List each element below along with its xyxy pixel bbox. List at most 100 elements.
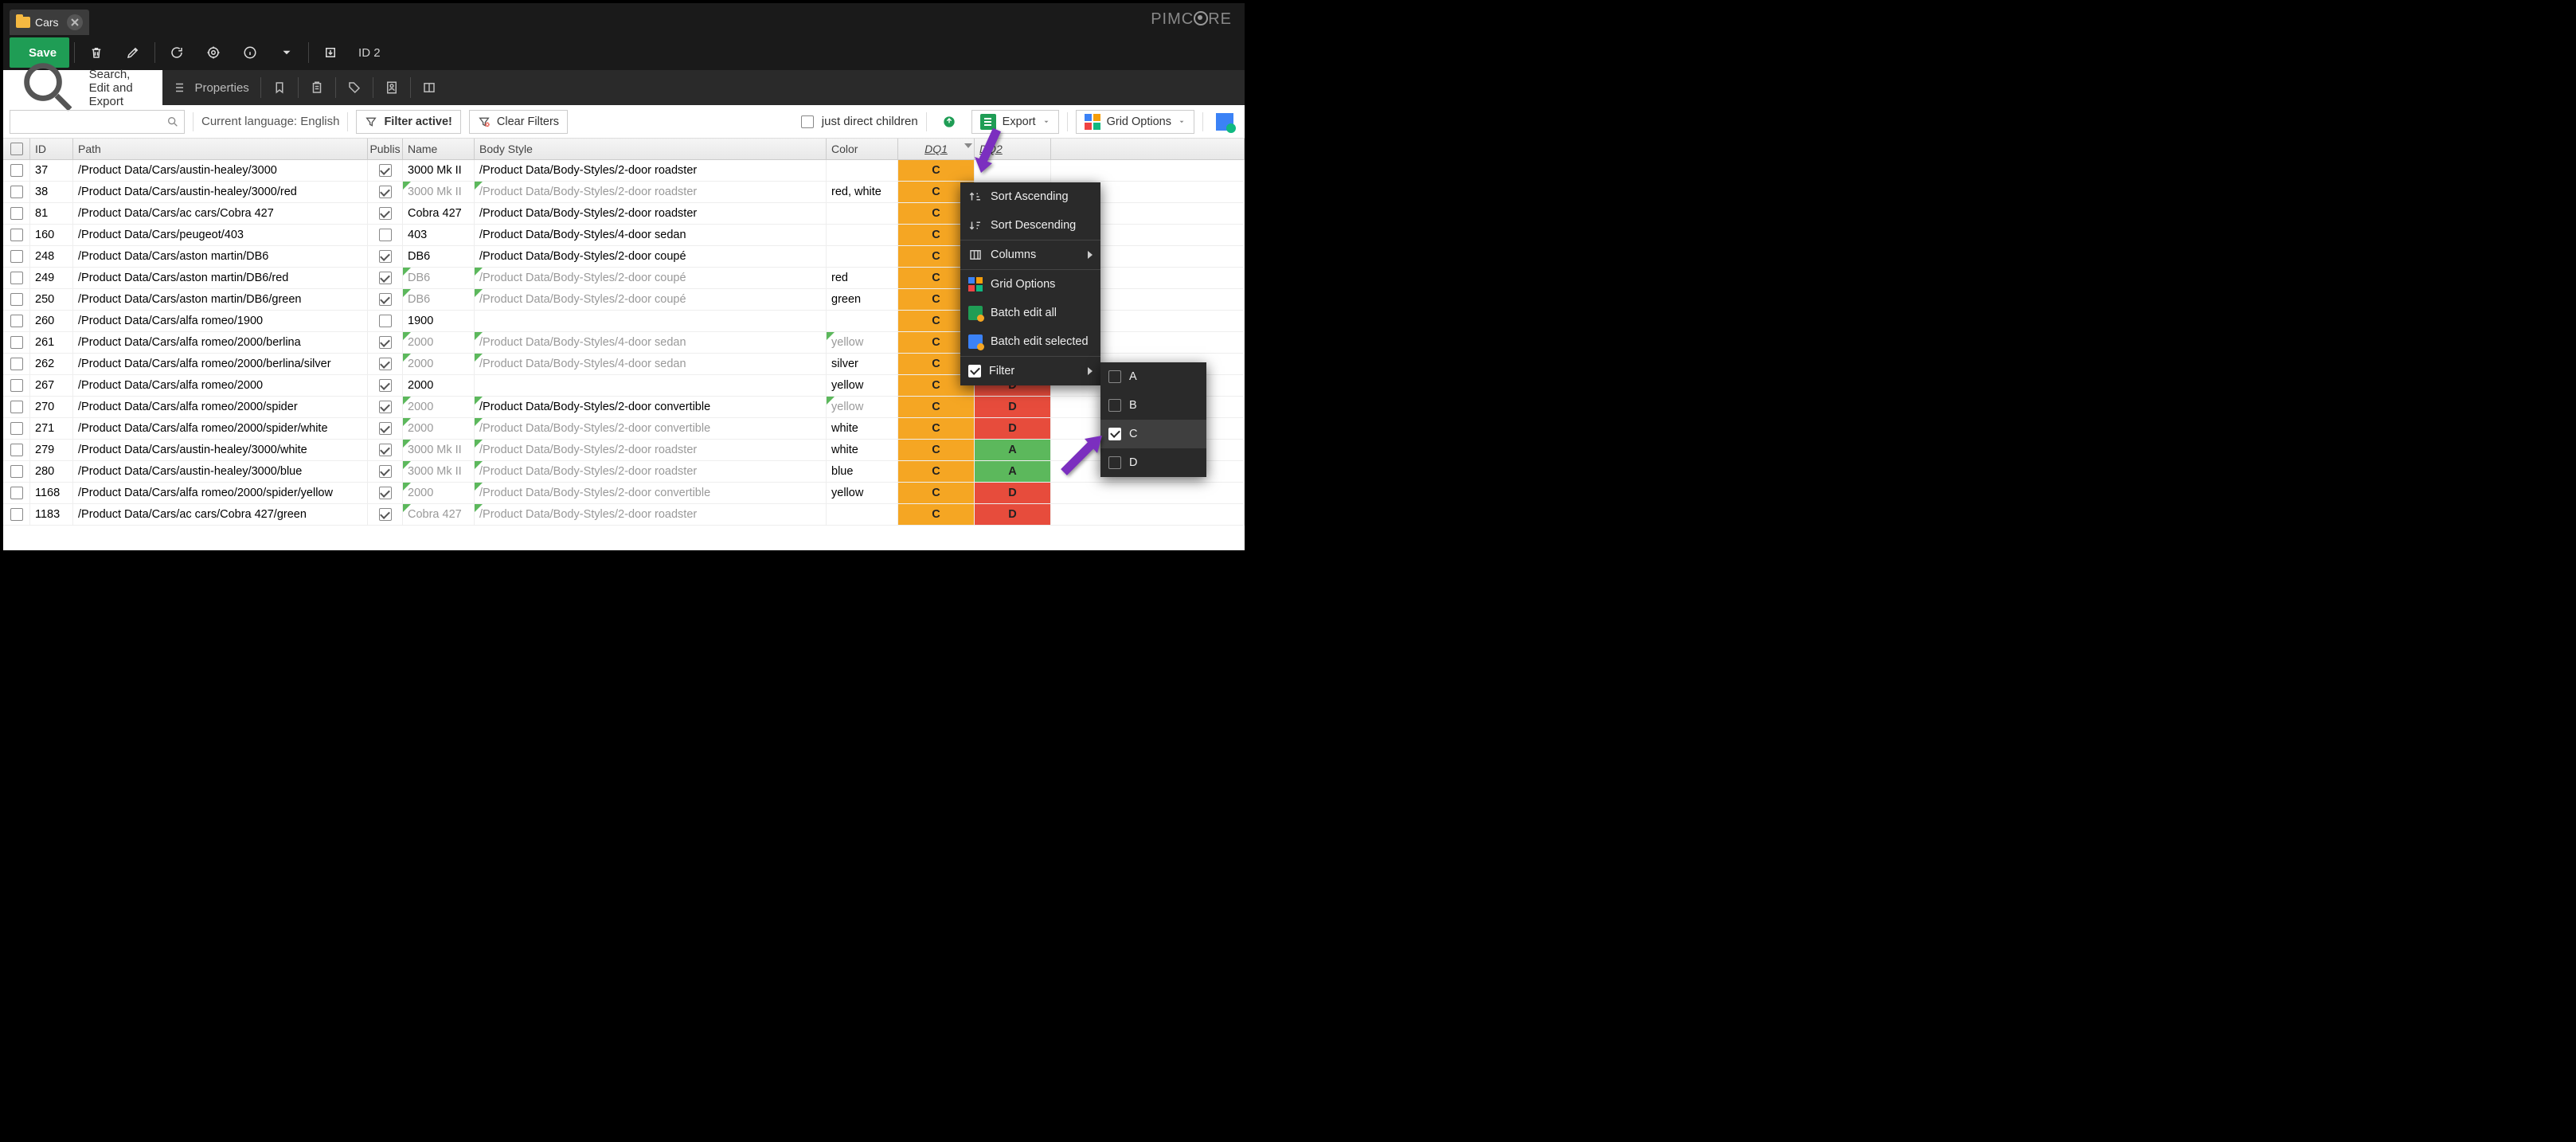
properties-button[interactable]: Properties (162, 70, 260, 105)
menu-columns[interactable]: Columns (960, 241, 1100, 269)
cell-id: 249 (30, 268, 73, 288)
row-checkbox[interactable] (3, 203, 30, 224)
main-toolbar: Save ID 2 (3, 35, 1245, 70)
header-dq1[interactable]: DQ1 (898, 139, 975, 159)
search-icon[interactable] (166, 115, 179, 128)
filter-option-C[interactable]: C (1100, 420, 1206, 448)
cell-published[interactable] (368, 268, 403, 288)
menu-grid-options[interactable]: Grid Options (960, 270, 1100, 299)
info-button[interactable] (233, 37, 267, 68)
row-checkbox[interactable] (3, 375, 30, 396)
just-direct-label: just direct children (822, 115, 918, 128)
filter-option-checkbox[interactable] (1108, 399, 1121, 412)
table-row[interactable]: 1183/Product Data/Cars/ac cars/Cobra 427… (3, 504, 1245, 526)
row-checkbox[interactable] (3, 268, 30, 288)
header-color[interactable]: Color (827, 139, 898, 159)
filter-option-checkbox[interactable] (1108, 456, 1121, 469)
grid-options-button[interactable]: Grid Options (1076, 110, 1194, 134)
edit-button[interactable] (116, 37, 150, 68)
cell-published[interactable] (368, 332, 403, 353)
download-button[interactable] (314, 37, 347, 68)
row-checkbox[interactable] (3, 461, 30, 482)
cell-published[interactable] (368, 418, 403, 439)
cell-published[interactable] (368, 225, 403, 245)
filter-option-D[interactable]: D (1100, 448, 1206, 477)
cell-published[interactable] (368, 203, 403, 224)
cell-published[interactable] (368, 483, 403, 503)
search-input[interactable] (15, 115, 166, 128)
filter-active-button[interactable]: Filter active! (356, 110, 460, 134)
header-checkbox-col[interactable] (3, 139, 30, 159)
cell-published[interactable] (368, 504, 403, 525)
row-checkbox[interactable] (3, 160, 30, 181)
row-checkbox[interactable] (3, 311, 30, 331)
header-name[interactable]: Name (403, 139, 475, 159)
cell-dq1: C (898, 160, 975, 181)
menu-filter[interactable]: Filter (960, 357, 1100, 385)
row-checkbox[interactable] (3, 418, 30, 439)
cell-body: /Product Data/Body-Styles/2-door roadste… (475, 440, 827, 460)
dropdown-button[interactable] (270, 37, 303, 68)
clear-filters-button[interactable]: Clear Filters (469, 110, 568, 134)
row-checkbox[interactable] (3, 504, 30, 525)
csv-export-button[interactable] (935, 110, 964, 134)
search-input-container (10, 110, 185, 134)
grid-options-icon (1085, 114, 1100, 130)
chevron-down-icon[interactable] (964, 143, 972, 148)
clipboard-button[interactable] (299, 70, 335, 105)
tag-button[interactable] (336, 70, 373, 105)
header-path[interactable]: Path (73, 139, 368, 159)
cell-published[interactable] (368, 289, 403, 310)
header-id[interactable]: ID (30, 139, 73, 159)
row-checkbox[interactable] (3, 354, 30, 374)
menu-batch-all[interactable]: Batch edit all (960, 299, 1100, 327)
tab-cars[interactable]: Cars (10, 10, 89, 35)
menu-sort-desc[interactable]: Sort Descending (960, 211, 1100, 240)
row-checkbox[interactable] (3, 246, 30, 267)
cell-color: yellow (827, 375, 898, 396)
cell-published[interactable] (368, 160, 403, 181)
search-tab-label: Search, Edit and Export (89, 68, 150, 108)
menu-sort-asc[interactable]: Sort Ascending (960, 182, 1100, 211)
clear-filters-label: Clear Filters (497, 115, 559, 128)
cell-published[interactable] (368, 311, 403, 331)
just-direct-checkbox[interactable] (801, 115, 814, 128)
delete-button[interactable] (80, 37, 113, 68)
cell-published[interactable] (368, 461, 403, 482)
inherit-marker-icon (403, 397, 411, 405)
row-checkbox[interactable] (3, 289, 30, 310)
row-checkbox[interactable] (3, 440, 30, 460)
tab-close-button[interactable] (67, 14, 83, 30)
header-body[interactable]: Body Style (475, 139, 827, 159)
table-row[interactable]: 37/Product Data/Cars/austin-healey/30003… (3, 160, 1245, 182)
bookmark-button[interactable] (261, 70, 298, 105)
row-checkbox[interactable] (3, 332, 30, 353)
menu-batch-selected[interactable]: Batch edit selected (960, 327, 1100, 356)
filter-option-checkbox[interactable] (1108, 428, 1121, 440)
book-button[interactable] (411, 70, 448, 105)
cell-published[interactable] (368, 397, 403, 417)
row-checkbox[interactable] (3, 182, 30, 202)
table-row[interactable]: 1168/Product Data/Cars/alfa romeo/2000/s… (3, 483, 1245, 504)
filter-option-B[interactable]: B (1100, 391, 1206, 420)
add-column-button[interactable] (1211, 110, 1238, 134)
locate-button[interactable] (197, 37, 230, 68)
cell-published[interactable] (368, 440, 403, 460)
filter-option-A[interactable]: A (1100, 362, 1206, 391)
filter-enabled-checkbox[interactable] (968, 365, 981, 377)
cell-published[interactable] (368, 246, 403, 267)
cell-published[interactable] (368, 182, 403, 202)
user-button[interactable] (373, 70, 410, 105)
search-edit-export-tab[interactable]: Search, Edit and Export (3, 70, 162, 105)
reload-button[interactable] (160, 37, 193, 68)
cell-path: /Product Data/Cars/alfa romeo/2000/berli… (73, 354, 368, 374)
filter-option-checkbox[interactable] (1108, 370, 1121, 383)
cell-published[interactable] (368, 375, 403, 396)
table-row[interactable]: 270/Product Data/Cars/alfa romeo/2000/sp… (3, 397, 1245, 418)
cell-dq2: A (975, 440, 1051, 460)
header-published[interactable]: Publis (368, 139, 403, 159)
row-checkbox[interactable] (3, 483, 30, 503)
cell-published[interactable] (368, 354, 403, 374)
row-checkbox[interactable] (3, 397, 30, 417)
row-checkbox[interactable] (3, 225, 30, 245)
